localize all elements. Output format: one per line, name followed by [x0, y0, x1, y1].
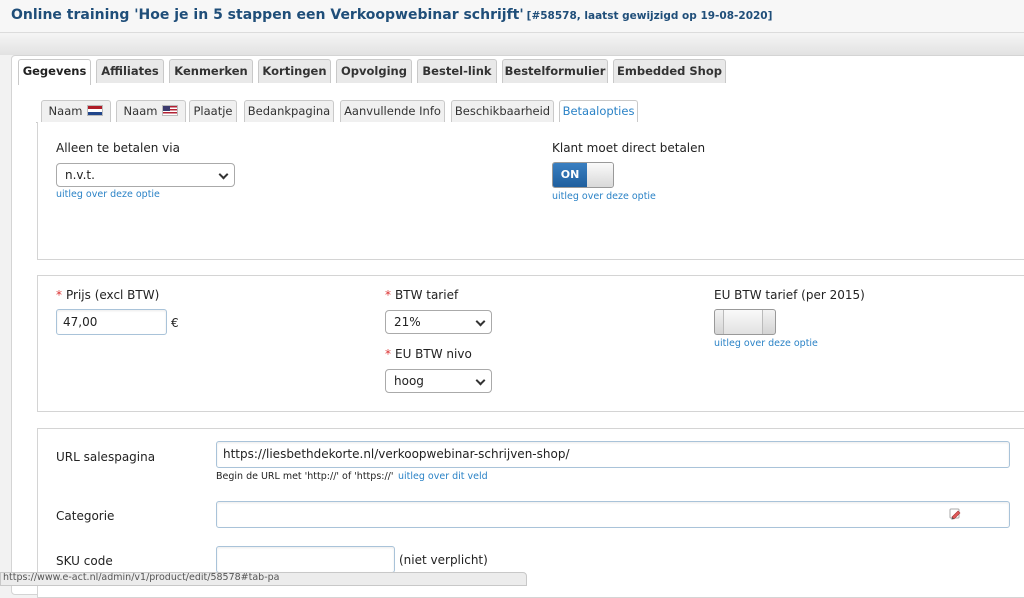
header-strip — [0, 33, 1024, 55]
sku-code-label: SKU code — [56, 554, 113, 568]
pricing-section — [37, 275, 1024, 412]
eu-vat-level-label: * EU BTW nivo — [385, 347, 472, 361]
status-bar-url: https://www.e-act.nl/admin/v1/product/ed… — [0, 572, 527, 586]
direct-pay-label: Klant moet direct betalen — [552, 141, 706, 155]
page-meta: [#58578, laatst gewijzigd op 19-08-2020] — [526, 10, 773, 22]
tab-kortingen[interactable]: Kortingen — [258, 59, 331, 83]
subtab-aanvullende-info[interactable]: Aanvullende Info — [340, 100, 445, 122]
url-help-link[interactable]: uitleg over dit veld — [398, 471, 488, 482]
subtab-naam-nl-label: Naam — [48, 104, 83, 118]
vat-rate-label: * BTW tarief — [385, 288, 458, 302]
url-salespage-input[interactable]: https://liesbethdekorte.nl/verkoopwebina… — [216, 441, 1010, 468]
tab-affiliates[interactable]: Affiliates — [96, 59, 164, 83]
subtab-naam-us-label: Naam — [123, 104, 158, 118]
category-label: Categorie — [56, 509, 115, 523]
only-pay-via-label: Alleen te betalen via — [56, 141, 180, 155]
eu-vat-rate-help-link[interactable]: uitleg over deze optie — [714, 338, 818, 349]
required-mark: * — [56, 288, 62, 302]
tab-kenmerken[interactable]: Kenmerken — [169, 59, 253, 83]
only-pay-via-select[interactable]: n.v.t. — [56, 163, 235, 187]
direct-pay-toggle[interactable]: ON — [552, 162, 614, 188]
price-input[interactable]: 47,00 — [56, 309, 167, 335]
eu-vat-rate-label: EU BTW tarief (per 2015) — [714, 288, 865, 302]
category-input[interactable] — [216, 501, 1010, 528]
tab-bestel-link[interactable]: Bestel-link — [417, 59, 497, 83]
sku-optional-note: (niet verplicht) — [399, 553, 488, 567]
tab-opvolging[interactable]: Opvolging — [336, 59, 412, 83]
tab-embedded-shop[interactable]: Embedded Shop — [613, 59, 726, 83]
tab-gegevens[interactable]: Gegevens — [18, 59, 91, 85]
pencil-icon[interactable] — [948, 507, 962, 521]
subtab-plaatje[interactable]: Plaatje — [189, 100, 237, 122]
direct-pay-help-link[interactable]: uitleg over deze optie — [552, 191, 656, 202]
eu-vat-level-label-text: EU BTW nivo — [395, 347, 472, 361]
flag-nl-icon — [87, 105, 104, 116]
subtab-betaalopties[interactable]: Betaalopties — [559, 100, 638, 123]
vat-rate-select[interactable]: 21% — [385, 310, 492, 334]
url-salespage-label: URL salespagina — [56, 450, 156, 464]
sku-code-input[interactable] — [216, 546, 395, 573]
eu-vat-rate-toggle[interactable] — [714, 309, 776, 335]
price-label-text: Prijs (excl BTW) — [66, 288, 160, 302]
title-bar: Online training 'Hoe je in 5 stappen een… — [0, 0, 1024, 33]
subtab-bedankpagina[interactable]: Bedankpagina — [244, 100, 334, 122]
eu-vat-level-value: hoog — [394, 374, 424, 388]
currency-symbol: € — [171, 316, 179, 330]
tab-bestelformulier[interactable]: Bestelformulier — [502, 59, 608, 83]
toggle-on-text: ON — [553, 163, 587, 187]
price-value: 47,00 — [63, 315, 98, 329]
flag-us-icon — [162, 105, 179, 116]
payment-section — [37, 122, 1024, 260]
url-salespage-value: https://liesbethdekorte.nl/verkoopwebina… — [223, 447, 570, 461]
required-mark: * — [385, 288, 391, 302]
toggle-knob — [587, 163, 613, 187]
url-hint: Begin de URL met 'http://' of 'https://' — [216, 471, 394, 482]
price-label: * Prijs (excl BTW) — [56, 288, 159, 302]
vat-rate-label-text: BTW tarief — [395, 288, 459, 302]
toggle-off-knob — [723, 310, 763, 334]
vat-rate-value: 21% — [394, 315, 421, 329]
page-title-text: Online training 'Hoe je in 5 stappen een… — [11, 7, 524, 23]
eu-vat-level-select[interactable]: hoog — [385, 369, 492, 393]
only-pay-via-value: n.v.t. — [65, 168, 95, 182]
subtab-naam-nl[interactable]: Naam — [41, 100, 111, 122]
page-title: Online training 'Hoe je in 5 stappen een… — [11, 7, 772, 23]
required-mark: * — [385, 347, 391, 361]
subtab-beschikbaarheid[interactable]: Beschikbaarheid — [451, 100, 554, 122]
subtab-naam-us[interactable]: Naam — [116, 100, 186, 122]
only-pay-via-help-link[interactable]: uitleg over deze optie — [56, 189, 160, 200]
